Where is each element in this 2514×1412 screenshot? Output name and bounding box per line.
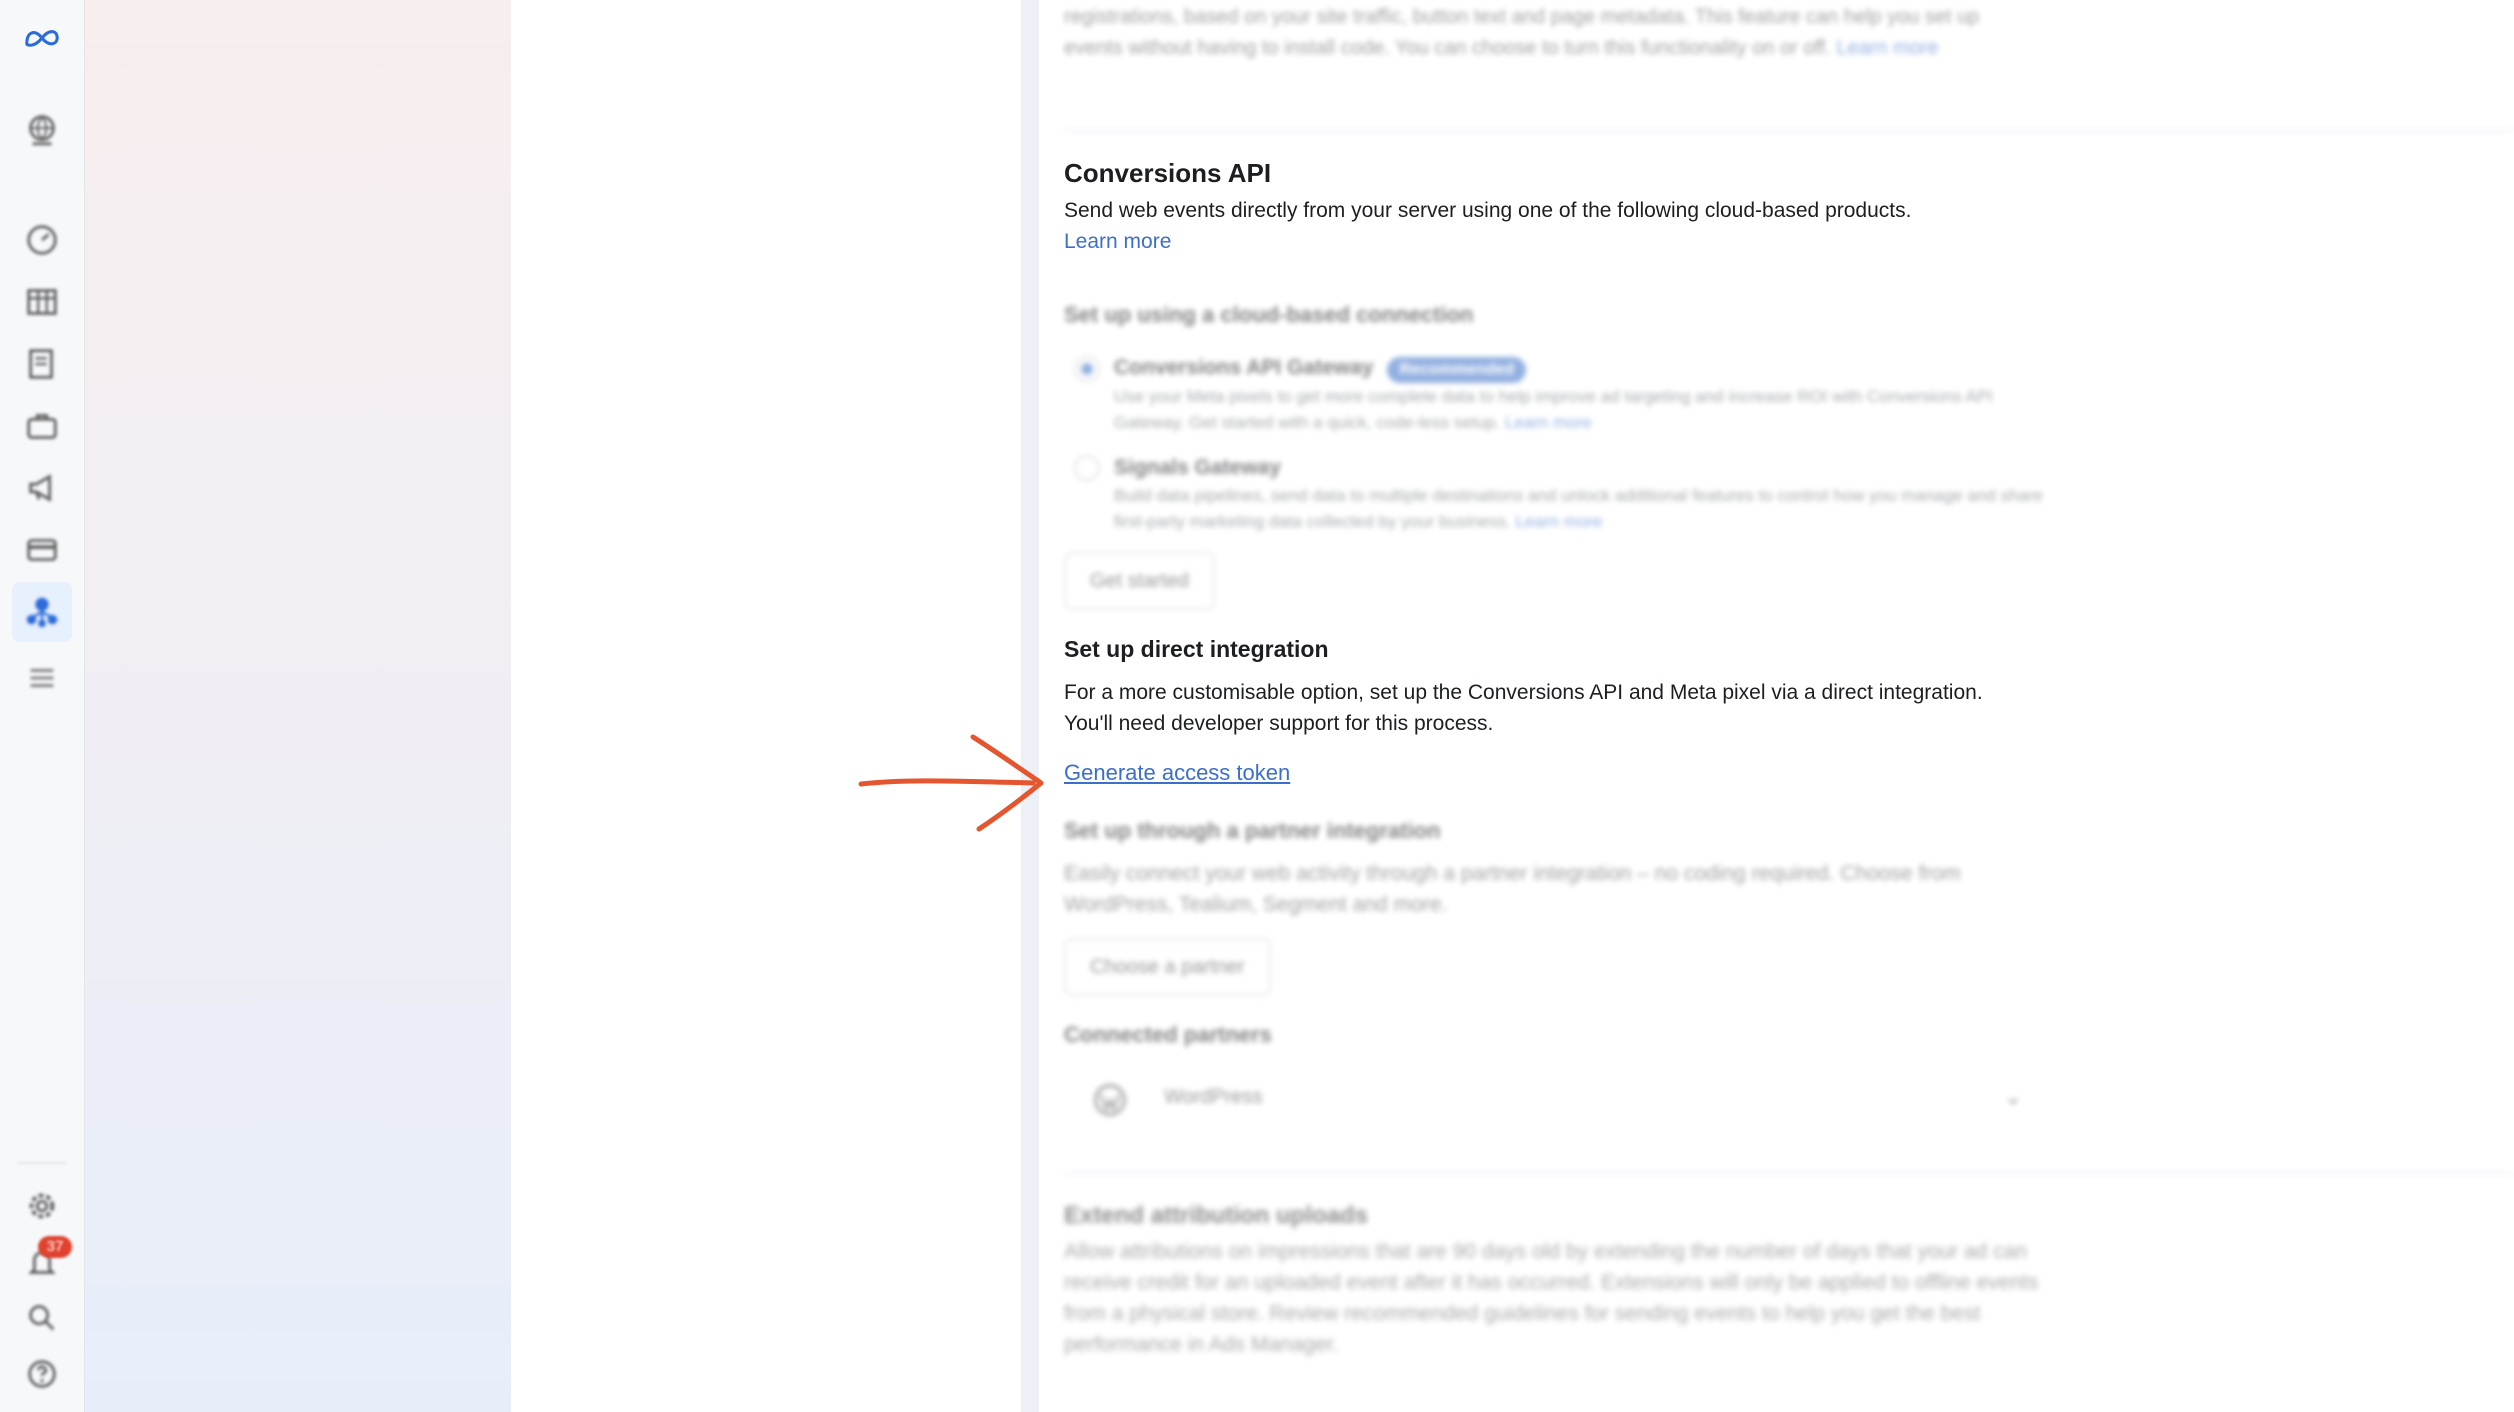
option-signals-gateway: Signals Gateway (1114, 456, 1281, 479)
option-conversions-api-gateway: Conversions API Gateway Recommended (1114, 356, 1527, 383)
globe-icon[interactable] (20, 108, 64, 152)
dashboard-icon[interactable] (20, 218, 64, 262)
extend-attribution-description: Allow attributions on impressions that a… (1064, 1240, 2039, 1356)
direct-integration-description: For a more customisable option, set up t… (1064, 681, 1983, 735)
get-started-button[interactable]: Get started (1064, 552, 1215, 610)
generate-access-token-link[interactable]: Generate access token (1064, 760, 1290, 786)
cloud-connection-heading: Set up using a cloud-based connection (1064, 302, 1474, 327)
settings-icon[interactable] (20, 1184, 64, 1228)
table-icon[interactable] (20, 280, 64, 324)
chevron-down-icon[interactable]: ⌄ (2004, 1084, 2022, 1110)
gateway-learn-more[interactable]: Learn more (1505, 413, 1592, 432)
briefcase-icon[interactable] (20, 404, 64, 448)
section-divider (1064, 130, 2514, 132)
radio-conversions-api-gateway[interactable] (1074, 356, 1100, 382)
conversions-api-title: Conversions API (1064, 158, 1272, 188)
side-panel-background (85, 0, 511, 1412)
signals-learn-more[interactable]: Learn more (1516, 512, 1603, 531)
menu-icon[interactable] (20, 656, 64, 700)
people-tree-icon[interactable] (20, 590, 64, 634)
settings-content: registrations, based on your site traffi… (1040, 0, 2514, 1412)
notification-badge: 37 (38, 1236, 72, 1258)
blank-area (511, 0, 1021, 1412)
option-gateway-description: Use your Meta pixels to get more complet… (1114, 387, 1993, 432)
option-signals-description: Build data pipelines, send data to multi… (1114, 486, 2043, 531)
conversions-api-description: Send web events directly from your serve… (1064, 199, 1912, 222)
recommended-badge: Recommended (1387, 357, 1527, 383)
annotation-arrow-icon (858, 734, 1044, 832)
pages-icon[interactable] (20, 342, 64, 386)
partner-integration-title: Set up through a partner integration (1064, 818, 1441, 843)
nav-rail: 37 (0, 0, 85, 1412)
credit-card-icon[interactable] (20, 528, 64, 572)
direct-integration-title: Set up direct integration (1064, 636, 1329, 662)
connected-partners-heading: Connected partners (1064, 1022, 1272, 1047)
extend-attribution-title: Extend attribution uploads (1064, 1202, 1368, 1229)
choose-partner-button[interactable]: Choose a partner (1064, 938, 1271, 996)
connected-partner-wordpress[interactable]: WordPress ⌄ (1064, 1066, 2034, 1136)
help-icon[interactable] (20, 1352, 64, 1396)
nav-divider (18, 1162, 66, 1164)
automatic-events-learn-more[interactable]: Learn more (1836, 37, 1938, 59)
wordpress-label: WordPress (1164, 1086, 1263, 1108)
megaphone-icon[interactable] (20, 466, 64, 510)
radio-signals-gateway[interactable] (1074, 455, 1100, 481)
section-divider (1064, 1172, 2514, 1174)
automatic-events-text: registrations, based on your site traffi… (1064, 6, 1980, 59)
partner-integration-description: Easily connect your web activity through… (1064, 862, 1961, 916)
meta-logo-icon[interactable] (20, 16, 64, 60)
wordpress-icon (1094, 1084, 1126, 1116)
search-icon[interactable] (20, 1296, 64, 1340)
conversions-api-learn-more[interactable]: Learn more (1064, 226, 1171, 257)
panel-gutter (1021, 0, 1039, 1412)
